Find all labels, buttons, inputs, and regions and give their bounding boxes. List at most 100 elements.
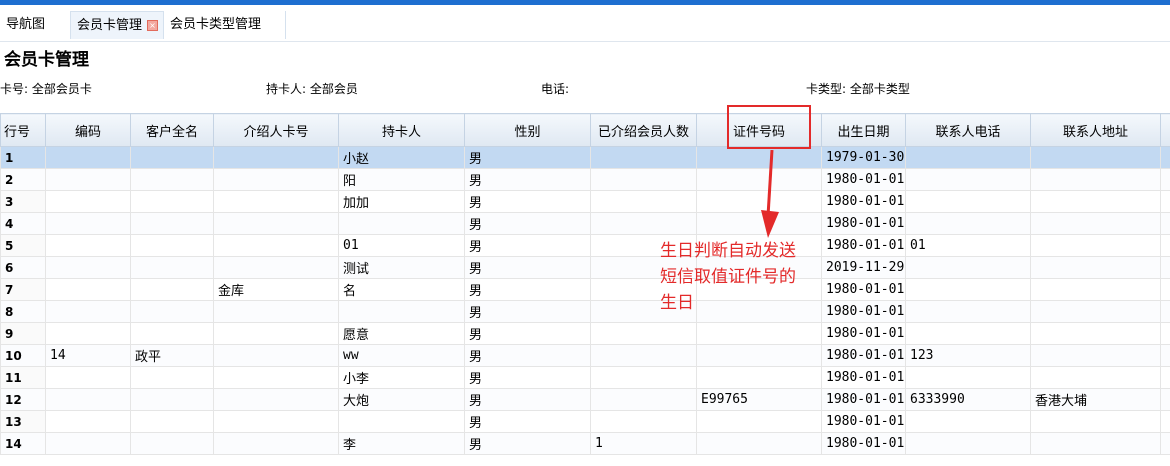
cell-contact-phone[interactable]: 6333990 [905, 388, 1031, 411]
cell-referrer-card[interactable] [213, 410, 339, 433]
cell-referrer-card[interactable] [213, 388, 339, 411]
cell-row-number[interactable]: 10 [0, 344, 46, 367]
cell-customer-name[interactable] [130, 212, 214, 235]
cell-gender[interactable]: 男 [464, 432, 591, 455]
filter-value[interactable]: 全部卡类型 [850, 82, 910, 96]
cell-contact-address[interactable] [1030, 432, 1161, 455]
cell-id-number[interactable] [696, 146, 822, 169]
cell-contact-phone[interactable]: 123 [905, 344, 1031, 367]
cell-card-holder[interactable] [338, 410, 465, 433]
cell-code[interactable] [45, 278, 131, 301]
cell-contact-address[interactable] [1030, 278, 1161, 301]
cell-gender[interactable]: 男 [464, 168, 591, 191]
cell-birth-date[interactable]: 1980-01-01 [821, 168, 906, 191]
cell-referred-count[interactable]: 1 [590, 432, 697, 455]
cell-referrer-card[interactable] [213, 146, 339, 169]
cell-card-holder[interactable]: 阳 [338, 168, 465, 191]
column-header-customer-name[interactable]: 客户全名 [130, 113, 214, 147]
cell-row-number[interactable]: 13 [0, 410, 46, 433]
table-row[interactable]: 5 01 男 1980-01-01 01 [0, 234, 1170, 257]
cell-customer-name[interactable]: 政平 [130, 344, 214, 367]
cell-id-number[interactable] [696, 432, 822, 455]
cell-birth-date[interactable]: 1980-01-01 [821, 366, 906, 389]
cell-row-number[interactable]: 9 [0, 322, 46, 345]
cell-customer-name[interactable] [130, 410, 214, 433]
tab-member-card-management[interactable]: 会员卡管理 × [70, 11, 164, 39]
cell-card-holder[interactable]: 加加 [338, 190, 465, 213]
cell-code[interactable] [45, 234, 131, 257]
cell-contact-address[interactable]: 香港大埔 [1030, 388, 1161, 411]
filter-holder[interactable]: 持卡人: 全部会员 [266, 80, 358, 97]
cell-contact-phone[interactable]: 01 [905, 234, 1031, 257]
cell-card-holder[interactable] [338, 212, 465, 235]
cell-customer-name[interactable] [130, 432, 214, 455]
cell-contact-phone[interactable] [905, 366, 1031, 389]
cell-contact-address[interactable] [1030, 168, 1161, 191]
cell-row-number[interactable]: 11 [0, 366, 46, 389]
cell-referred-count[interactable] [590, 146, 697, 169]
cell-birth-date[interactable]: 1980-01-01 [821, 212, 906, 235]
cell-row-number[interactable]: 4 [0, 212, 46, 235]
cell-row-number[interactable]: 8 [0, 300, 46, 323]
table-row[interactable]: 3 加加男 1980-01-01 [0, 190, 1170, 213]
table-row[interactable]: 8 男 1980-01-01 [0, 300, 1170, 323]
cell-contact-address[interactable] [1030, 212, 1161, 235]
cell-referred-count[interactable] [590, 190, 697, 213]
cell-card-holder[interactable]: 名 [338, 278, 465, 301]
cell-code[interactable] [45, 322, 131, 345]
cell-gender[interactable]: 男 [464, 322, 591, 345]
table-row[interactable]: 7 金库名男 1980-01-01 [0, 278, 1170, 301]
cell-code[interactable] [45, 300, 131, 323]
cell-customer-name[interactable] [130, 168, 214, 191]
cell-row-number[interactable]: 7 [0, 278, 46, 301]
cell-referrer-card[interactable]: 金库 [213, 278, 339, 301]
cell-code[interactable] [45, 168, 131, 191]
cell-contact-phone[interactable] [905, 146, 1031, 169]
cell-card-holder[interactable]: 测试 [338, 256, 465, 279]
cell-card-holder[interactable]: 大炮 [338, 388, 465, 411]
cell-card-holder[interactable]: 01 [338, 234, 465, 257]
cell-row-number[interactable]: 1 [0, 146, 46, 169]
tab-card-type-management[interactable]: 会员卡类型管理 [164, 11, 286, 39]
filter-card-type[interactable]: 卡类型: 全部卡类型 [806, 80, 910, 97]
cell-code[interactable] [45, 190, 131, 213]
cell-gender[interactable]: 男 [464, 212, 591, 235]
cell-gender[interactable]: 男 [464, 190, 591, 213]
column-header-contact-address[interactable]: 联系人地址 [1030, 113, 1161, 147]
cell-birth-date[interactable]: 1979-01-30 [821, 146, 906, 169]
table-row[interactable]: 6 测试男 2019-11-29 [0, 256, 1170, 279]
cell-gender[interactable]: 男 [464, 146, 591, 169]
cell-contact-address[interactable] [1030, 366, 1161, 389]
filter-phone[interactable]: 电话: [541, 80, 569, 97]
cell-card-holder[interactable]: 愿意 [338, 322, 465, 345]
cell-referrer-card[interactable] [213, 366, 339, 389]
cell-referred-count[interactable] [590, 388, 697, 411]
cell-code[interactable] [45, 366, 131, 389]
close-icon[interactable]: × [147, 20, 159, 31]
column-header-card-holder[interactable]: 持卡人 [338, 113, 465, 147]
cell-code[interactable]: 14 [45, 344, 131, 367]
cell-customer-name[interactable] [130, 300, 214, 323]
cell-card-holder[interactable] [338, 300, 465, 323]
cell-customer-name[interactable] [130, 322, 214, 345]
cell-code[interactable] [45, 146, 131, 169]
cell-referred-count[interactable] [590, 366, 697, 389]
cell-gender[interactable]: 男 [464, 300, 591, 323]
table-row[interactable]: 11 小李男 1980-01-01 [0, 366, 1170, 389]
cell-card-holder[interactable]: ww [338, 344, 465, 367]
cell-gender[interactable]: 男 [464, 344, 591, 367]
table-row[interactable]: 4 男 1980-01-01 [0, 212, 1170, 235]
cell-contact-phone[interactable] [905, 168, 1031, 191]
cell-referred-count[interactable] [590, 168, 697, 191]
cell-id-number[interactable] [696, 212, 822, 235]
cell-contact-address[interactable] [1030, 410, 1161, 433]
cell-contact-address[interactable] [1030, 344, 1161, 367]
tab-navigation[interactable]: 导航图 [0, 11, 51, 39]
cell-customer-name[interactable] [130, 146, 214, 169]
cell-gender[interactable]: 男 [464, 410, 591, 433]
table-row[interactable]: 13 男 1980-01-01 [0, 410, 1170, 433]
cell-birth-date[interactable]: 1980-01-01 [821, 432, 906, 455]
cell-contact-phone[interactable] [905, 278, 1031, 301]
table-row[interactable]: 14 李男 1 1980-01-01 [0, 432, 1170, 455]
cell-customer-name[interactable] [130, 366, 214, 389]
